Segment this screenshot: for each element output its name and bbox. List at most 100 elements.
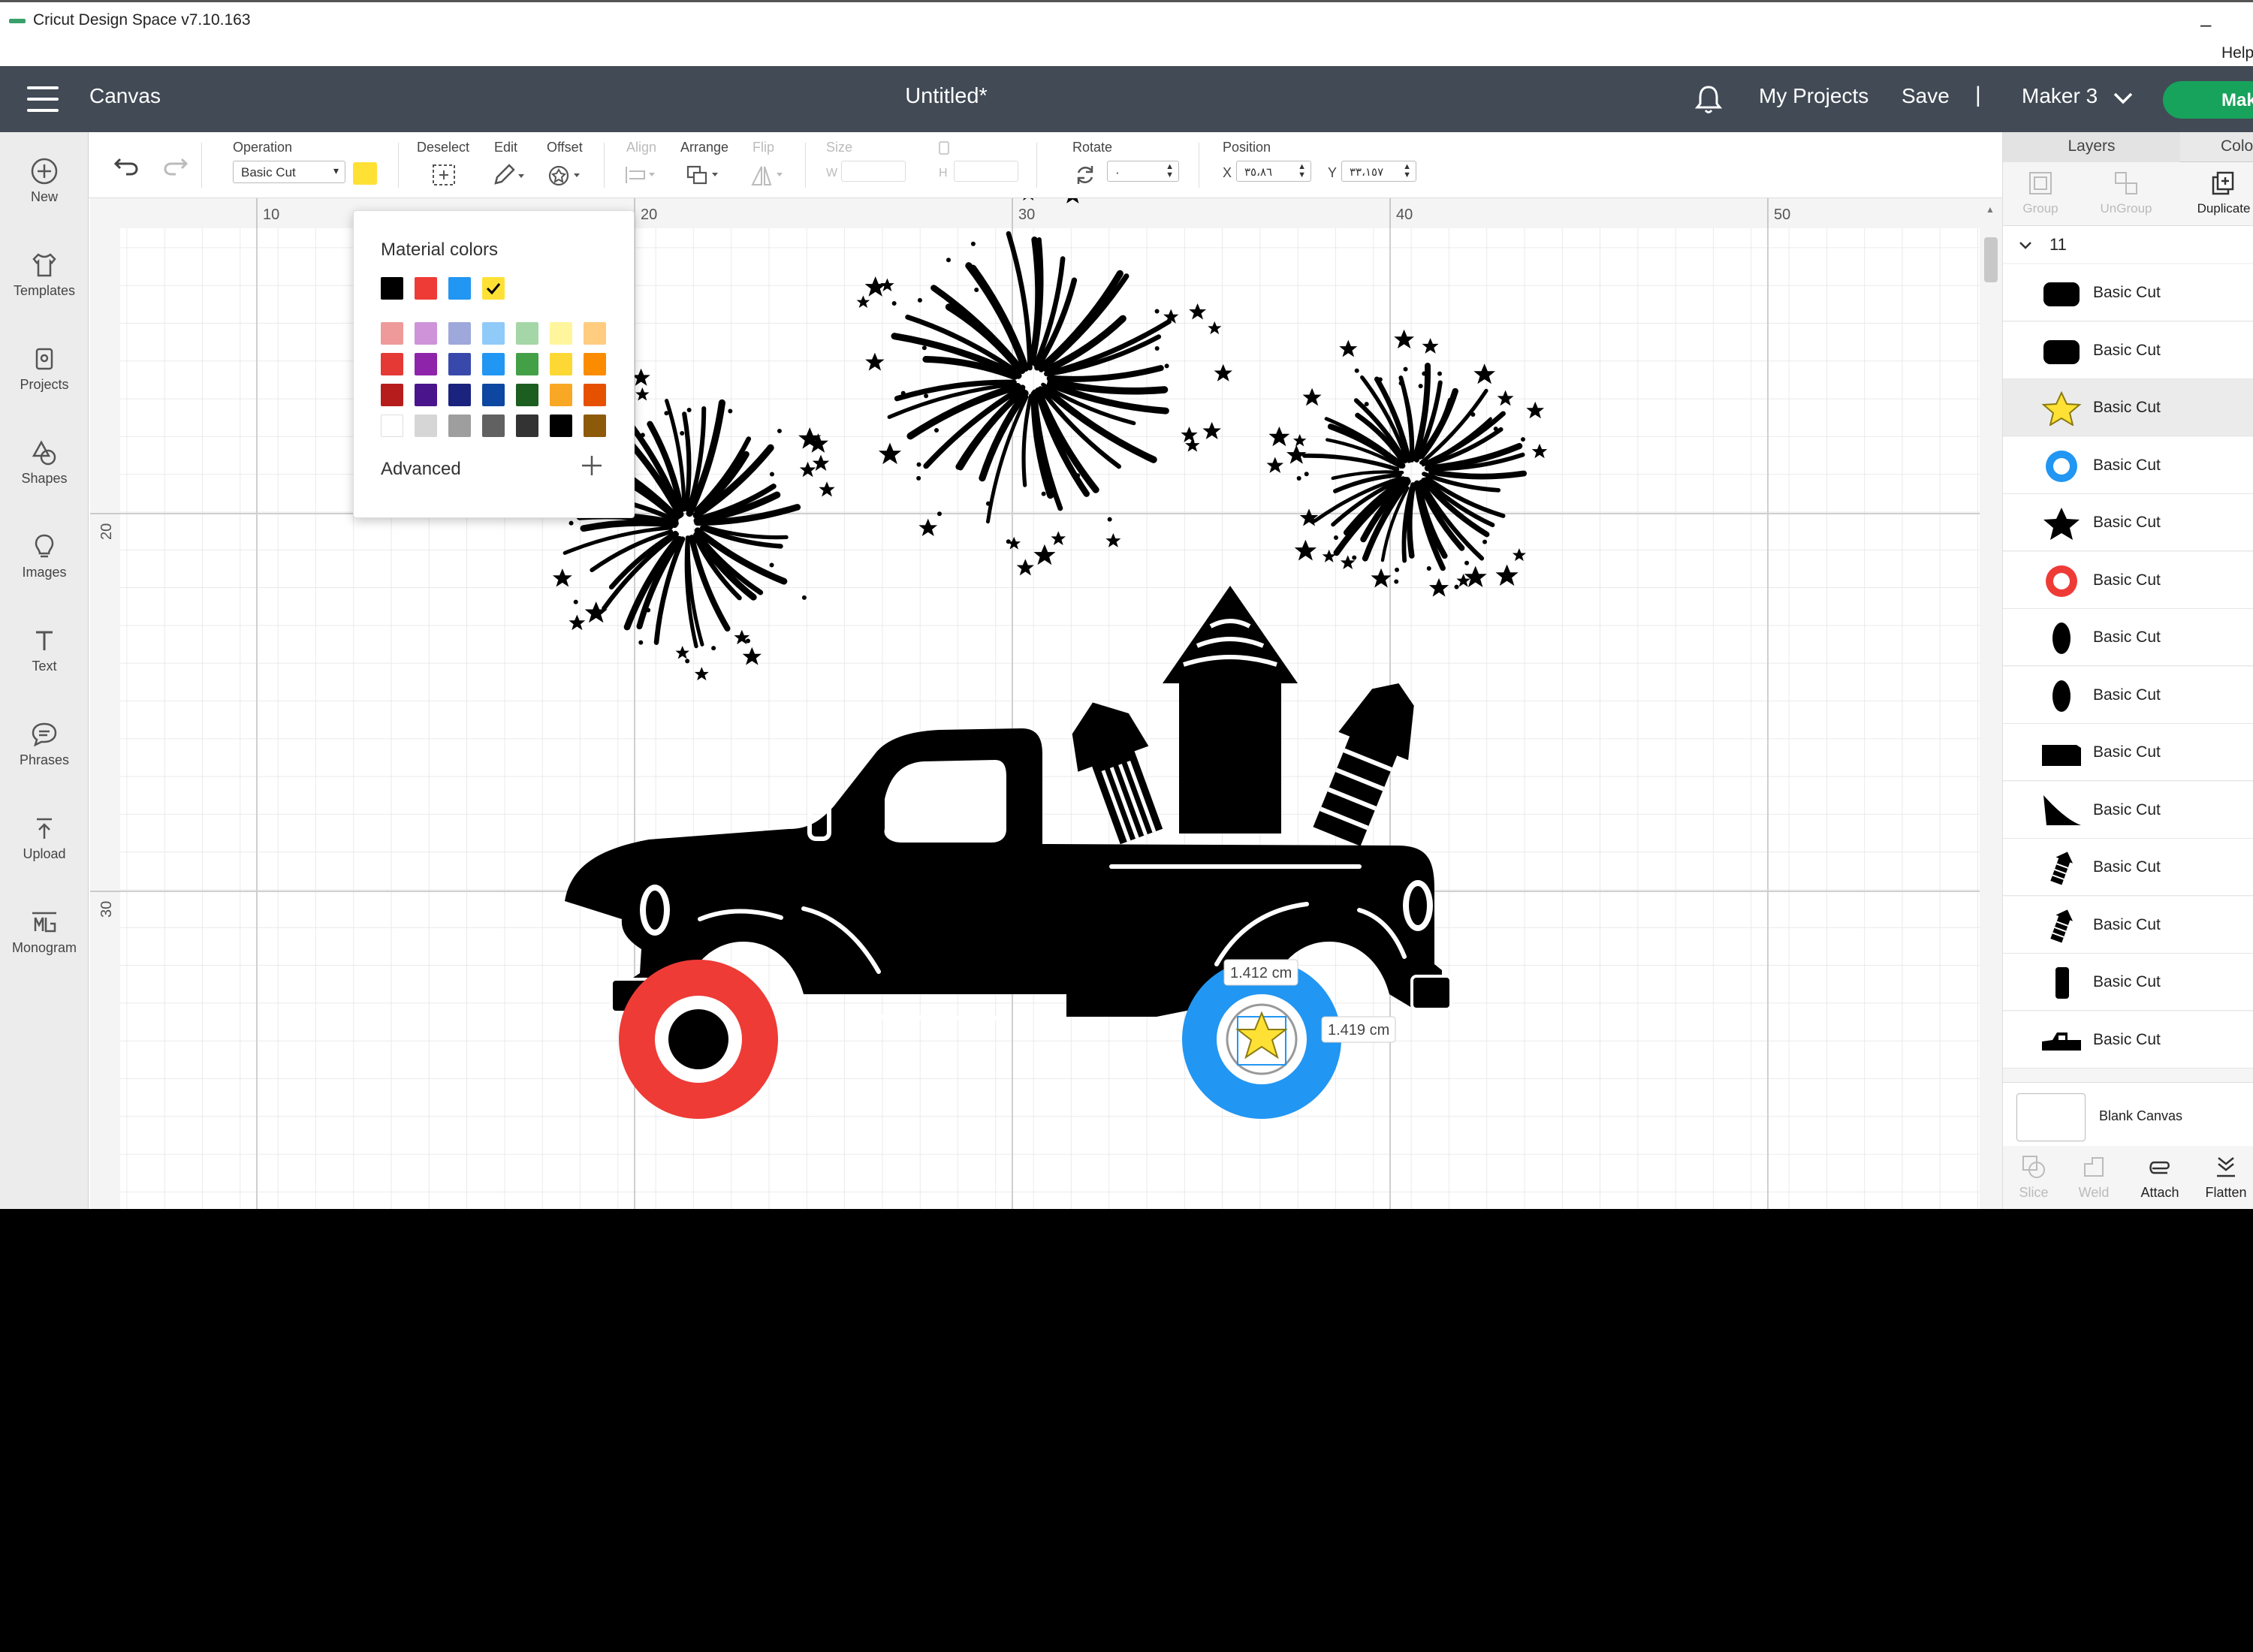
wheel-red[interactable] bbox=[619, 960, 778, 1119]
width-input[interactable] bbox=[841, 161, 906, 182]
palette-color-swatch[interactable] bbox=[550, 322, 572, 345]
layer-row[interactable]: Basic Cut bbox=[2003, 724, 2253, 781]
palette-color-swatch[interactable] bbox=[516, 322, 538, 345]
pencil-icon[interactable] bbox=[490, 162, 527, 188]
palette-color-swatch[interactable] bbox=[584, 415, 606, 437]
palette-color-swatch[interactable] bbox=[448, 353, 471, 375]
lock-icon[interactable] bbox=[939, 141, 949, 155]
palette-color-swatch[interactable] bbox=[448, 384, 471, 406]
machine-selector[interactable]: Maker 3 bbox=[2022, 84, 2098, 108]
palette-color-swatch[interactable] bbox=[584, 384, 606, 406]
operation-color-swatch[interactable] bbox=[353, 162, 377, 185]
palette-color-swatch[interactable] bbox=[516, 353, 538, 375]
palette-color-swatch[interactable] bbox=[482, 322, 505, 345]
palette-color-swatch[interactable] bbox=[584, 353, 606, 375]
offset-icon[interactable] bbox=[547, 162, 589, 189]
flatten-label: Flatten bbox=[2205, 1185, 2247, 1200]
sidebar-item-upload[interactable]: Upload bbox=[0, 801, 89, 876]
duplicate-button[interactable]: Duplicate bbox=[2186, 170, 2253, 216]
sidebar-item-templates[interactable]: Templates bbox=[0, 238, 89, 313]
sidebar-item-projects[interactable]: Projects bbox=[0, 332, 89, 407]
scroll-up-icon[interactable]: ▲ bbox=[1986, 204, 1995, 215]
hamburger-menu-icon[interactable] bbox=[27, 86, 59, 112]
blank-canvas-swatch[interactable] bbox=[2016, 1093, 2086, 1141]
layer-row[interactable]: Basic Cut bbox=[2003, 954, 2253, 1011]
layer-row[interactable]: Basic Cut bbox=[2003, 839, 2253, 896]
make-button[interactable]: Make bbox=[2163, 81, 2253, 119]
layer-row[interactable]: Basic Cut bbox=[2003, 436, 2253, 494]
chevron-down-icon[interactable] bbox=[2018, 238, 2033, 253]
palette-color-swatch[interactable] bbox=[415, 353, 437, 375]
palette-color-swatch[interactable] bbox=[381, 415, 403, 437]
layer-row[interactable]: Basic Cut bbox=[2003, 896, 2253, 954]
palette-color-swatch[interactable] bbox=[550, 384, 572, 406]
palette-color-swatch[interactable] bbox=[415, 384, 437, 406]
layer-name: Basic Cut bbox=[2093, 399, 2161, 416]
operation-select[interactable]: Basic Cut ▾ bbox=[233, 161, 345, 183]
palette-color-swatch[interactable] bbox=[516, 384, 538, 406]
x-input[interactable]: ٣٥،٨٦ ▲ ▼ bbox=[1236, 161, 1311, 182]
redo-icon[interactable] bbox=[161, 150, 191, 184]
palette-color-swatch[interactable] bbox=[381, 322, 403, 345]
canvas-scrollbar[interactable]: ▲ bbox=[1980, 198, 2002, 1209]
tab-color-sync[interactable]: Color bbox=[2221, 137, 2253, 155]
group-button[interactable]: Group bbox=[2003, 170, 2078, 216]
plus-icon[interactable] bbox=[579, 453, 605, 478]
blank-canvas-row[interactable]: Blank Canvas bbox=[2003, 1082, 2253, 1146]
layer-row[interactable]: Basic Cut bbox=[2003, 264, 2253, 321]
layer-row[interactable]: Basic Cut bbox=[2003, 551, 2253, 609]
ungroup-button[interactable]: UnGroup bbox=[2089, 170, 2164, 216]
advanced-colors-link[interactable]: Advanced bbox=[381, 459, 461, 480]
layer-row[interactable]: Basic Cut bbox=[2003, 666, 2253, 724]
palette-color-swatch[interactable] bbox=[415, 322, 437, 345]
my-projects-link[interactable]: My Projects bbox=[1759, 84, 1868, 108]
layer-row[interactable]: Basic Cut bbox=[2003, 379, 2253, 436]
palette-color-swatch[interactable] bbox=[550, 415, 572, 437]
palette-color-swatch[interactable] bbox=[448, 415, 471, 437]
rotate-icon[interactable] bbox=[1072, 162, 1098, 188]
sidebar-item-monogram[interactable]: Monogram bbox=[0, 895, 89, 970]
layer-row[interactable]: Basic Cut bbox=[2003, 494, 2253, 551]
layer-row[interactable]: Basic Cut bbox=[2003, 609, 2253, 666]
flatten-button[interactable]: Flatten bbox=[2192, 1153, 2253, 1201]
minimize-button[interactable]: – bbox=[2200, 13, 2211, 36]
palette-color-swatch[interactable] bbox=[516, 415, 538, 437]
sidebar-item-images[interactable]: Images bbox=[0, 520, 89, 595]
save-button[interactable]: Save bbox=[1902, 84, 1950, 108]
layer-group-row[interactable]: 11 bbox=[2003, 225, 2253, 263]
palette-color-swatch[interactable] bbox=[482, 384, 505, 406]
recent-color-swatch[interactable] bbox=[448, 277, 471, 300]
layer-row[interactable]: Basic Cut bbox=[2003, 321, 2253, 379]
palette-color-swatch[interactable] bbox=[482, 353, 505, 375]
layer-row[interactable]: Basic Cut bbox=[2003, 781, 2253, 839]
recent-color-swatch[interactable] bbox=[381, 277, 403, 300]
palette-color-swatch[interactable] bbox=[381, 353, 403, 375]
layer-row[interactable]: Basic Cut bbox=[2003, 1011, 2253, 1069]
bell-icon[interactable] bbox=[1694, 83, 1724, 119]
palette-color-swatch[interactable] bbox=[550, 353, 572, 375]
undo-icon[interactable] bbox=[111, 150, 141, 184]
sidebar-item-phrases[interactable]: Phrases bbox=[0, 707, 89, 782]
y-input[interactable]: ٣٣،١٥٧ ▲ ▼ bbox=[1341, 161, 1416, 182]
deselect-icon[interactable] bbox=[430, 162, 457, 188]
weld-button[interactable]: Weld bbox=[2060, 1153, 2128, 1201]
palette-color-swatch[interactable] bbox=[584, 322, 606, 345]
arrange-icon[interactable] bbox=[683, 162, 725, 188]
palette-color-swatch[interactable] bbox=[482, 415, 505, 437]
recent-color-swatch[interactable] bbox=[482, 277, 505, 300]
height-input[interactable] bbox=[954, 161, 1018, 182]
rotate-input[interactable]: · ▲ ▼ bbox=[1107, 161, 1179, 182]
sidebar-item-shapes[interactable]: Shapes bbox=[0, 426, 89, 501]
slice-button[interactable]: Slice bbox=[2000, 1153, 2068, 1201]
sidebar-item-text[interactable]: Text bbox=[0, 613, 89, 689]
scroll-thumb[interactable] bbox=[1984, 237, 1998, 282]
palette-color-swatch[interactable] bbox=[381, 384, 403, 406]
chevron-down-icon[interactable] bbox=[2112, 87, 2134, 113]
attach-button[interactable]: Attach bbox=[2126, 1153, 2194, 1201]
palette-color-swatch[interactable] bbox=[415, 415, 437, 437]
recent-color-swatch[interactable] bbox=[415, 277, 437, 300]
palette-color-swatch[interactable] bbox=[448, 322, 471, 345]
sidebar-item-new[interactable]: New bbox=[0, 144, 89, 219]
tab-layers[interactable]: Layers bbox=[2003, 132, 2180, 162]
help-link[interactable]: Help bbox=[2221, 44, 2253, 62]
